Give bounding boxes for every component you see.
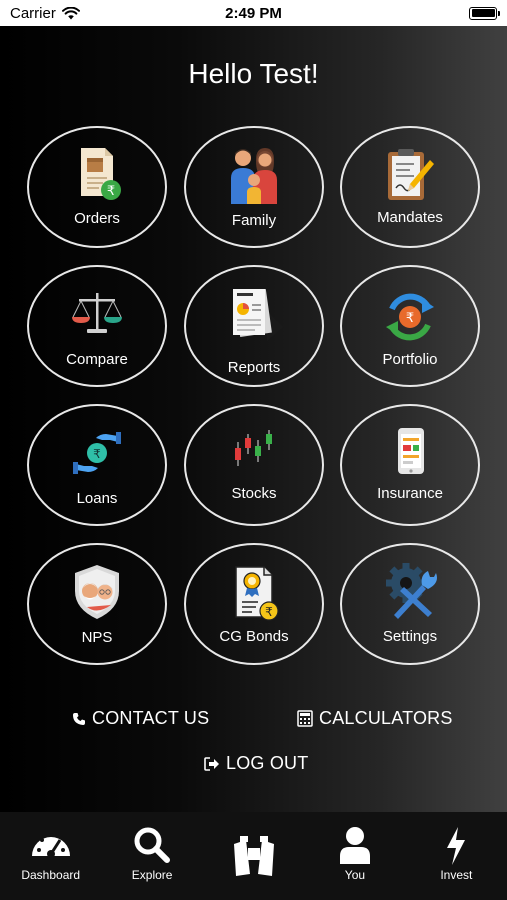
tile-label: Portfolio <box>382 351 438 368</box>
tile-reports[interactable]: Reports <box>184 265 324 387</box>
loans-icon: ₹ <box>73 432 121 474</box>
dashboard-icon <box>31 833 70 858</box>
tile-insurance[interactable]: Insurance <box>340 404 480 526</box>
tile-label: Loans <box>76 490 118 507</box>
tile-label: NPS <box>81 629 113 646</box>
tile-label: Family <box>231 212 277 229</box>
tile-mandates[interactable]: Mandates <box>340 126 480 248</box>
tile-portfolio[interactable]: ₹ Portfolio <box>340 265 480 387</box>
tile-label: Stocks <box>231 485 277 502</box>
status-bar: Carrier 2:49 PM <box>0 0 507 26</box>
svg-text:₹: ₹ <box>107 184 115 199</box>
tab-explore[interactable]: Explore <box>101 812 202 900</box>
search-icon <box>134 827 171 863</box>
tile-compare[interactable]: Compare <box>27 265 167 387</box>
binoculars-icon <box>233 836 274 876</box>
tab-dashboard[interactable]: Dashboard <box>0 812 101 900</box>
tile-nps[interactable]: NPS <box>27 543 167 665</box>
stocks-icon <box>235 430 272 466</box>
settings-icon <box>386 563 437 619</box>
tile-label: Reports <box>227 359 281 376</box>
tile-label: Mandates <box>377 209 443 226</box>
tile-label: Settings <box>382 628 438 645</box>
tab-center[interactable] <box>203 812 304 900</box>
tile-label: Orders <box>74 210 120 227</box>
mandates-icon <box>388 149 434 200</box>
logout-label: LOG OUT <box>226 753 309 773</box>
calculators-link[interactable]: CALCULATORS <box>297 708 453 729</box>
tile-loans[interactable]: ₹ Loans <box>27 404 167 526</box>
family-icon <box>231 148 277 204</box>
tile-orders[interactable]: ₹ Orders <box>27 126 167 248</box>
carrier-label: Carrier <box>10 4 56 22</box>
wifi-icon <box>61 6 80 19</box>
orders-icon: ₹ <box>81 148 121 200</box>
nps-icon <box>75 565 119 619</box>
svg-text:₹: ₹ <box>406 311 414 326</box>
tab-label: Explore <box>131 868 173 882</box>
reports-icon <box>233 288 283 341</box>
tile-stocks[interactable]: Stocks <box>184 404 324 526</box>
bolt-icon <box>447 827 466 865</box>
tile-label: Insurance <box>377 485 443 502</box>
logout-link[interactable]: LOG OUT <box>204 753 308 774</box>
user-icon <box>339 827 370 864</box>
tile-label: Compare <box>66 351 128 368</box>
tile-label: CG Bonds <box>219 628 289 645</box>
contact-us-link[interactable]: CONTACT US <box>72 708 209 729</box>
insurance-icon <box>398 428 424 474</box>
tab-label: You <box>344 868 366 882</box>
bottom-tab-bar: Dashboard Explore You Invest <box>0 812 507 900</box>
logout-icon <box>204 756 219 771</box>
svg-text:₹: ₹ <box>93 447 101 461</box>
greeting-title: Hello Test! <box>188 58 319 89</box>
portfolio-icon: ₹ <box>386 293 434 341</box>
tab-you[interactable]: You <box>304 812 405 900</box>
tile-family[interactable]: Family <box>184 126 324 248</box>
phone-icon <box>73 712 85 725</box>
tab-label: Dashboard <box>21 868 81 882</box>
scales-icon <box>72 293 122 333</box>
battery-icon <box>469 6 500 20</box>
tab-label: Invest <box>440 868 473 882</box>
tab-invest[interactable]: Invest <box>406 812 507 900</box>
tile-cg-bonds[interactable]: ₹ CG Bonds <box>184 543 324 665</box>
dashboard-main: Hello Test! ₹ Orders Family Mandates Com… <box>0 26 507 812</box>
calculator-icon <box>297 710 313 727</box>
tile-settings[interactable]: Settings <box>340 543 480 665</box>
cg-bonds-icon: ₹ <box>235 566 279 621</box>
contact-us-label: CONTACT US <box>92 708 210 728</box>
calculators-label: CALCULATORS <box>319 708 453 728</box>
svg-text:₹: ₹ <box>265 605 273 619</box>
